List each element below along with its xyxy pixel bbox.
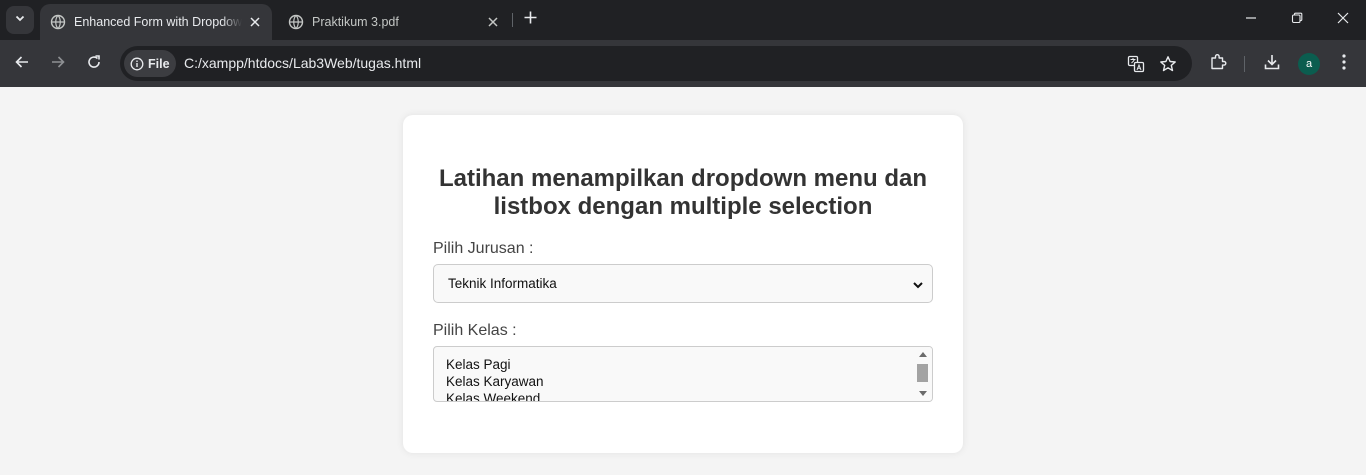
close-window-button[interactable]	[1320, 0, 1366, 40]
tab-title: Praktikum 3.pdf	[312, 15, 399, 29]
tab-enhanced-form[interactable]: Enhanced Form with Dropdown and Listbox	[40, 4, 272, 40]
extensions-icon	[1209, 53, 1227, 76]
new-tab-button[interactable]	[519, 9, 541, 31]
downloads-button[interactable]	[1258, 50, 1286, 78]
globe-icon	[288, 14, 304, 30]
info-icon	[130, 57, 144, 71]
more-icon	[1341, 53, 1347, 76]
translate-icon[interactable]	[1124, 52, 1148, 76]
jurusan-dropdown[interactable]: Teknik Informatika	[433, 264, 933, 303]
forward-icon	[50, 54, 66, 75]
chevron-down-icon	[14, 11, 26, 29]
close-icon[interactable]	[246, 13, 264, 31]
kelas-label: Pilih Kelas :	[433, 322, 517, 339]
tab-praktikum-pdf[interactable]: Praktikum 3.pdf	[278, 4, 510, 40]
address-bar[interactable]: File C:/xampp/htdocs/Lab3Web/tugas.html	[120, 46, 1192, 81]
chip-label: File	[148, 56, 170, 71]
back-button[interactable]	[8, 50, 36, 78]
jurusan-selected-value: Teknik Informatika	[448, 276, 557, 291]
plus-icon	[524, 11, 537, 29]
listbox-scrollbar[interactable]	[915, 347, 932, 401]
forward-button[interactable]	[44, 50, 72, 78]
minimize-button[interactable]	[1228, 0, 1274, 40]
chevron-down-icon	[912, 278, 924, 290]
url-text[interactable]: C:/xampp/htdocs/Lab3Web/tugas.html	[184, 55, 421, 71]
site-info-chip[interactable]: File	[124, 50, 176, 77]
download-icon	[1263, 53, 1281, 76]
avatar[interactable]: a	[1298, 53, 1320, 75]
globe-icon	[50, 14, 66, 30]
tab-title: Enhanced Form with Dropdown and Listbox	[74, 15, 242, 29]
browser-toolbar: File C:/xampp/htdocs/Lab3Web/tugas.html …	[0, 40, 1366, 87]
close-icon[interactable]	[484, 13, 502, 31]
kelas-listbox[interactable]: Kelas Pagi Kelas Karyawan Kelas Weekend	[433, 346, 933, 402]
restore-button[interactable]	[1274, 0, 1320, 40]
reload-button[interactable]	[80, 50, 108, 78]
star-icon[interactable]	[1156, 52, 1180, 76]
close-icon	[1337, 11, 1349, 29]
listbox-option[interactable]: Kelas Pagi	[446, 357, 511, 372]
restore-icon	[1291, 11, 1303, 29]
browser-tab-strip: Enhanced Form with Dropdown and Listbox …	[0, 0, 1366, 40]
tab-divider	[512, 13, 513, 27]
toolbar-separator	[1244, 56, 1245, 72]
listbox-option[interactable]: Kelas Karyawan	[446, 374, 544, 389]
scroll-thumb[interactable]	[917, 364, 928, 382]
form-card: Latihan menampilkan dropdown menu dan li…	[403, 115, 963, 453]
listbox-option[interactable]: Kelas Weekend	[446, 391, 540, 401]
scroll-up-arrow-icon[interactable]	[919, 352, 927, 357]
extensions-button[interactable]	[1204, 50, 1232, 78]
tab-search-button[interactable]	[6, 6, 34, 34]
menu-button[interactable]	[1330, 50, 1358, 78]
page-title: Latihan menampilkan dropdown menu dan li…	[438, 165, 928, 220]
scroll-down-arrow-icon[interactable]	[919, 391, 927, 396]
back-icon	[14, 54, 30, 75]
jurusan-label: Pilih Jurusan :	[433, 240, 534, 257]
reload-icon	[86, 54, 102, 75]
minimize-icon	[1245, 11, 1257, 29]
